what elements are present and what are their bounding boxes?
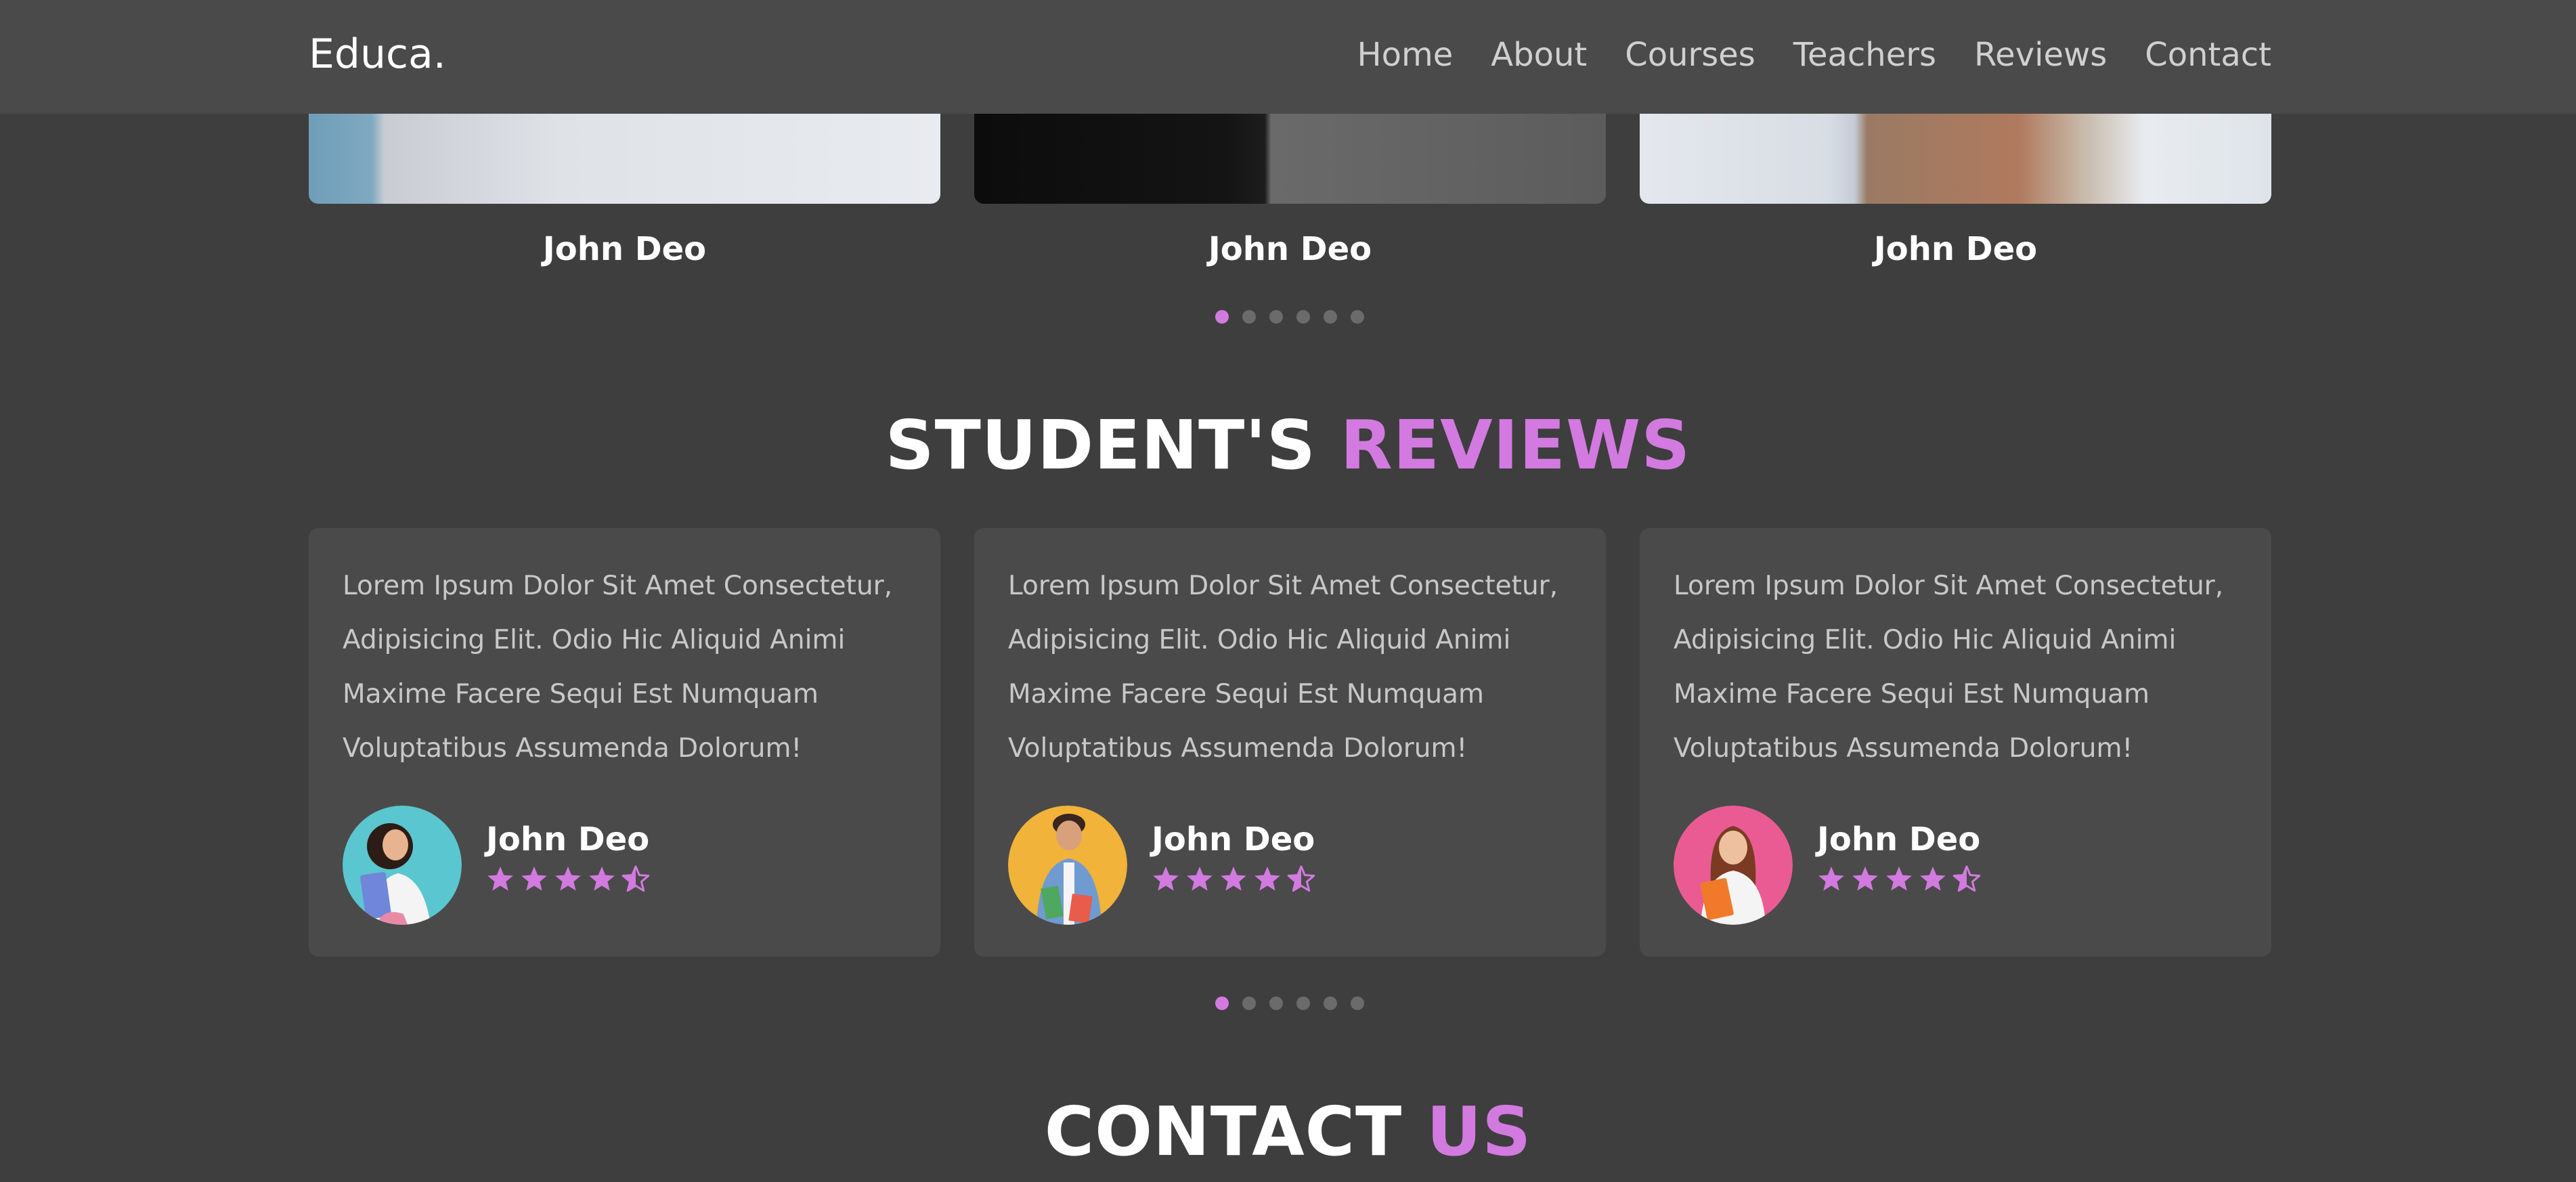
nav-link-courses[interactable]: Courses: [1625, 32, 1755, 77]
student-avatar-image: [1674, 806, 1793, 925]
avatar: [1674, 806, 1793, 925]
main-nav: Home About Courses Teachers Reviews Cont…: [1357, 32, 2271, 77]
star-full-icon: [1152, 865, 1180, 894]
star-full-icon: [1919, 865, 1947, 894]
review-text-line: Voluptatibus Assumenda Dolorum!: [1674, 733, 2133, 764]
nav-link-about[interactable]: About: [1491, 32, 1587, 77]
star-full-icon: [486, 865, 515, 894]
pagination-dot[interactable]: [1269, 310, 1283, 324]
contact-heading-accent: US: [1426, 1092, 1532, 1171]
pagination-dot[interactable]: [1215, 310, 1229, 324]
contact-heading: CONTACT US: [0, 1091, 2576, 1173]
star-half-icon: [1287, 865, 1315, 894]
star-rating: [486, 865, 650, 894]
review-card: Lorem Ipsum Dolor Sit Amet Consectetur, …: [1640, 528, 2271, 957]
star-full-icon: [588, 865, 616, 894]
review-text: Lorem Ipsum Dolor Sit Amet Consectetur, …: [1008, 559, 1577, 776]
review-text-line: Voluptatibus Assumenda Dolorum!: [343, 733, 802, 764]
review-text-line: Lorem Ipsum Dolor Sit Amet Consectetur,: [343, 571, 893, 601]
star-full-icon: [520, 865, 548, 894]
star-full-icon: [1817, 865, 1846, 894]
pagination-dot[interactable]: [1351, 997, 1364, 1010]
teacher-name: John Deo: [1873, 230, 2038, 268]
nav-link-teachers[interactable]: Teachers: [1793, 32, 1936, 77]
star-full-icon: [1219, 865, 1248, 894]
star-rating: [1152, 865, 1315, 894]
avatar: [343, 806, 462, 925]
pagination-dot[interactable]: [1324, 310, 1337, 324]
review-card: Lorem Ipsum Dolor Sit Amet Consectetur, …: [309, 528, 940, 957]
review-text: Lorem Ipsum Dolor Sit Amet Consectetur, …: [1674, 559, 2242, 776]
star-full-icon: [1851, 865, 1879, 894]
star-full-icon: [554, 865, 582, 894]
pagination-dot[interactable]: [1351, 310, 1364, 324]
star-full-icon: [1885, 865, 1913, 894]
review-card: Lorem Ipsum Dolor Sit Amet Consectetur, …: [974, 528, 1606, 957]
star-half-icon: [621, 865, 650, 894]
pagination-dot[interactable]: [1296, 997, 1310, 1010]
star-full-icon: [1253, 865, 1282, 894]
pagination-dot[interactable]: [1242, 310, 1256, 324]
reviewer-name: John Deo: [1152, 820, 1315, 858]
nav-link-reviews[interactable]: Reviews: [1974, 32, 2107, 77]
pagination-dot[interactable]: [1296, 310, 1310, 324]
pagination-dot[interactable]: [1269, 997, 1283, 1010]
review-text-line: Voluptatibus Assumenda Dolorum!: [1008, 733, 1468, 764]
pagination-dot[interactable]: [1242, 997, 1256, 1010]
pagination-dot[interactable]: [1324, 997, 1337, 1010]
teachers-carousel-pagination: [1215, 310, 1364, 324]
review-text-line: Maxime Facere Sequi Est Numquam: [1674, 679, 2149, 709]
contact-heading-main: CONTACT: [1044, 1092, 1403, 1171]
review-text-line: Maxime Facere Sequi Est Numquam: [1008, 679, 1484, 709]
review-text-line: Adipisicing Elit. Odio Hic Aliquid Animi: [1674, 625, 2177, 655]
review-text-line: Lorem Ipsum Dolor Sit Amet Consectetur,: [1674, 571, 2224, 601]
nav-link-contact[interactable]: Contact: [2145, 32, 2271, 77]
logo[interactable]: Educa.: [309, 28, 446, 80]
review-text: Lorem Ipsum Dolor Sit Amet Consectetur, …: [343, 559, 911, 776]
review-text-line: Lorem Ipsum Dolor Sit Amet Consectetur,: [1008, 571, 1558, 601]
pagination-dot[interactable]: [1215, 997, 1229, 1010]
site-header: Educa. Home About Courses Teachers Revie…: [0, 0, 2576, 114]
reviews-heading: STUDENT'S REVIEWS: [0, 405, 2576, 486]
review-text-line: Maxime Facere Sequi Est Numquam: [343, 679, 818, 709]
reviews-heading-accent: REVIEWS: [1340, 406, 1691, 485]
reviewer-name: John Deo: [1817, 820, 1981, 858]
teacher-name: John Deo: [1208, 230, 1372, 268]
reviews-heading-main: STUDENT'S: [885, 406, 1316, 485]
reviews-carousel-pagination: [1215, 997, 1364, 1010]
review-text-line: Adipisicing Elit. Odio Hic Aliquid Animi: [343, 625, 846, 655]
star-half-icon: [1952, 865, 1981, 894]
teacher-name: John Deo: [542, 230, 707, 268]
reviewer-name: John Deo: [486, 820, 650, 858]
nav-link-home[interactable]: Home: [1357, 32, 1454, 77]
student-avatar-image: [343, 806, 462, 925]
star-full-icon: [1185, 865, 1214, 894]
review-text-line: Adipisicing Elit. Odio Hic Aliquid Animi: [1008, 625, 1511, 655]
avatar: [1008, 806, 1127, 925]
star-rating: [1817, 865, 1981, 894]
student-avatar-image: [1008, 806, 1127, 925]
